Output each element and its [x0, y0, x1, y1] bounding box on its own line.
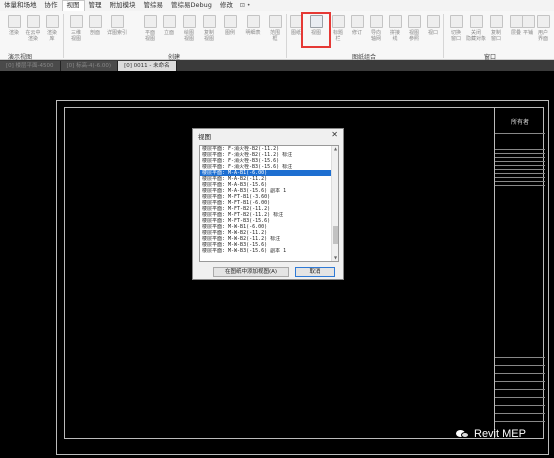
watermark-text: Revit MEP: [474, 428, 526, 440]
tab-sheet[interactable]: [0] 0011 - 未命名: [118, 61, 177, 71]
tb-divider: [495, 157, 545, 158]
schedule-icon: [246, 15, 260, 28]
title-block-icon: [331, 15, 345, 28]
elevation-icon: [162, 15, 176, 28]
tb-divider: [495, 381, 545, 382]
scope-box-icon: [268, 15, 282, 28]
views-listbox[interactable]: 楼层平面: F-消火栓-B2(-11.2) 楼层平面: F-消火栓-B2(-11…: [199, 145, 339, 262]
title-block: 所有者: [494, 107, 545, 439]
viewport-icon: [426, 15, 440, 28]
section-button[interactable]: 剖面: [84, 15, 106, 49]
scroll-up-icon[interactable]: ▲: [332, 146, 338, 152]
tb-divider: [495, 133, 545, 134]
tb-divider: [495, 413, 545, 414]
matchline-icon: [388, 15, 402, 28]
callout-button[interactable]: 详图索引: [106, 15, 128, 49]
cloud-icon: [26, 15, 40, 28]
viewports-button[interactable]: 视口: [422, 15, 444, 49]
legend-icon: [223, 15, 237, 28]
tb-divider: [495, 181, 545, 182]
section-icon: [88, 15, 102, 28]
tb-divider: [495, 173, 545, 174]
title-block-owner: 所有者: [510, 119, 529, 126]
schedule-button[interactable]: 明细表: [242, 15, 264, 49]
menu-modify[interactable]: 修改: [216, 0, 237, 11]
tab-floor-plan[interactable]: [0] 楼层平面-4500: [0, 61, 61, 71]
menu-massing[interactable]: 体量和场地: [0, 0, 41, 11]
close-hidden-icon: [469, 15, 483, 28]
tb-divider: [495, 165, 545, 166]
tb-divider: [495, 389, 545, 390]
tb-divider: [495, 169, 545, 170]
drafting-view-button[interactable]: 绘图 视图: [178, 15, 200, 49]
replicate-window-button[interactable]: 复制 窗口: [485, 15, 507, 49]
switch-windows-button[interactable]: 切换 窗口: [445, 15, 467, 49]
cancel-button[interactable]: 取消: [295, 267, 335, 277]
highlight-box: [301, 12, 331, 48]
replicate-icon: [489, 15, 503, 28]
gallery-icon: [45, 15, 59, 28]
duplicate-icon: [202, 15, 216, 28]
menu-bar: 体量和场地 协作 视图 管理 附加模块 管综易 管综易Debug 修改 ⊡ •: [0, 0, 554, 11]
tb-divider: [495, 357, 545, 358]
switch-window-icon: [449, 15, 463, 28]
add-view-to-sheet-button[interactable]: 在图纸中添加视图(A): [213, 267, 289, 277]
drafting-icon: [182, 15, 196, 28]
legend-button[interactable]: 图例: [219, 15, 241, 49]
plan-icon: [143, 15, 157, 28]
watermark: Revit MEP: [456, 428, 526, 440]
tb-divider: [495, 421, 545, 422]
cube-icon: [69, 15, 83, 28]
tb-divider: [495, 149, 545, 150]
wechat-icon: [456, 429, 470, 439]
scroll-down-icon[interactable]: ▼: [332, 255, 338, 261]
tab-level[interactable]: [0] 标高-4(-6.00): [60, 61, 119, 71]
menu-manage[interactable]: 管理: [85, 0, 106, 11]
ui-icon: [536, 15, 550, 28]
callout-icon: [110, 15, 124, 28]
render-gallery-button[interactable]: 渲染 库: [41, 15, 63, 49]
close-hidden-button[interactable]: 关闭 隐藏对象: [465, 15, 487, 49]
duplicate-view-button[interactable]: 复制 视图: [198, 15, 220, 49]
tb-divider: [495, 365, 545, 366]
tb-divider: [495, 397, 545, 398]
tb-divider: [495, 177, 545, 178]
panel-divider: [63, 14, 64, 58]
menu-collaborate[interactable]: 协作: [41, 0, 62, 11]
tb-divider: [495, 161, 545, 162]
ribbon: 渲染 在云中 渲染 渲染 库 三维 视图 剖面 详图索引 平面 视图 立面 绘图…: [0, 11, 554, 61]
user-interface-button[interactable]: 用户 界面: [532, 15, 554, 49]
scope-box-button[interactable]: 范围 框: [264, 15, 286, 49]
grid-icon: [369, 15, 383, 28]
tb-divider: [495, 373, 545, 374]
close-icon[interactable]: ✕: [331, 130, 338, 139]
list-item[interactable]: 楼层平面: M-W-B3(-15.6) 副本 1: [200, 248, 338, 254]
scroll-thumb[interactable]: [333, 226, 338, 244]
tb-divider: [495, 185, 545, 186]
listbox-scrollbar[interactable]: ▲ ▼: [331, 146, 338, 261]
tb-divider: [495, 153, 545, 154]
tb-divider: [495, 405, 545, 406]
view-reference-icon: [407, 15, 421, 28]
menu-addins[interactable]: 附加模块: [106, 0, 140, 11]
menu-view[interactable]: 视图: [61, 0, 85, 11]
teapot-icon: [7, 15, 21, 28]
elevation-button[interactable]: 立面: [158, 15, 180, 49]
menu-guanzongyi-debug[interactable]: 管综易Debug: [167, 0, 216, 11]
dialog-title: 视图: [198, 133, 211, 141]
document-tab-bar: [0] 楼层平面-4500 [0] 标高-4(-6.00) [0] 0011 -…: [0, 60, 554, 71]
revisions-icon: [350, 15, 364, 28]
views-dialog: 视图 ✕ 楼层平面: F-消火栓-B2(-11.2) 楼层平面: F-消火栓-B…: [192, 128, 344, 280]
menu-guanzongyi[interactable]: 管综易: [140, 0, 168, 11]
panel-divider: [443, 14, 444, 58]
ribbon-toggle-icon[interactable]: ⊡ •: [237, 2, 253, 9]
